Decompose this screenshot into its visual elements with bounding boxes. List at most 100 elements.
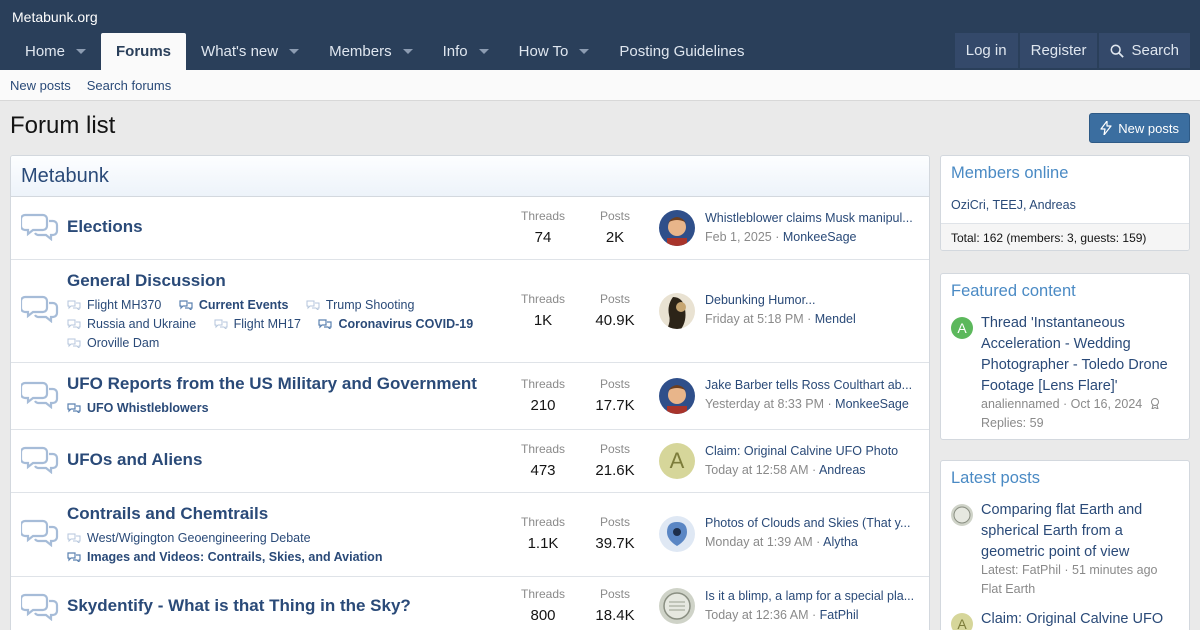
- threads-stat: Threads 473: [513, 442, 573, 479]
- threads-label: Threads: [520, 377, 566, 391]
- search-label: Search: [1131, 42, 1179, 59]
- latest-post-title[interactable]: Whistleblower claims Musk manipul...: [705, 211, 917, 225]
- nav-whats-new[interactable]: What's new: [186, 33, 314, 70]
- subforum-link[interactable]: Flight MH370: [67, 295, 161, 314]
- new-posts-button[interactable]: New posts: [1089, 113, 1190, 143]
- nav-members[interactable]: Members: [314, 33, 428, 70]
- chevron-down-icon[interactable]: [402, 49, 413, 54]
- avatar[interactable]: [951, 504, 973, 526]
- subforum-link[interactable]: Current Events: [179, 295, 288, 314]
- subforum-link[interactable]: Russia and Ukraine: [67, 314, 196, 333]
- latest-post-user[interactable]: Andreas: [819, 463, 866, 477]
- chevron-down-icon[interactable]: [76, 49, 87, 54]
- latest-post-date[interactable]: Today at 12:58 AM: [705, 463, 809, 477]
- latest-post-user[interactable]: MonkeeSage: [783, 230, 857, 244]
- posts-count: 18.4K: [595, 607, 635, 624]
- nav-how-to[interactable]: How To: [504, 33, 605, 70]
- nav-forums[interactable]: Forums: [101, 33, 187, 70]
- latest-post-title[interactable]: Photos of Clouds and Skies (That y...: [705, 516, 917, 530]
- forum-title[interactable]: Elections: [67, 217, 143, 237]
- featured-content-title[interactable]: Featured content: [941, 274, 1189, 301]
- new-posts-button-label: New posts: [1118, 120, 1179, 136]
- chat-bubbles-icon: [21, 213, 59, 241]
- subforum-link[interactable]: Trump Shooting: [306, 295, 414, 314]
- nav-home[interactable]: Home: [10, 33, 101, 70]
- featured-content-widget: Featured content A Thread 'Instantaneous…: [940, 273, 1190, 440]
- avatar[interactable]: [659, 588, 695, 624]
- threads-count: 210: [530, 397, 556, 414]
- nav-posting-guidelines[interactable]: Posting Guidelines: [604, 33, 759, 70]
- avatar-letter: A: [957, 320, 967, 336]
- forum-title[interactable]: UFO Reports from the US Military and Gov…: [67, 374, 477, 394]
- chevron-down-icon[interactable]: [289, 49, 300, 54]
- member-link[interactable]: Andreas: [1029, 198, 1076, 212]
- latest-post-date[interactable]: Monday at 1:39 AM: [705, 535, 813, 549]
- latest-post-forum[interactable]: Flat Earth: [981, 582, 1035, 596]
- subforum-label: Images and Videos: Contrails, Skies, and…: [87, 549, 383, 564]
- posts-label: Posts: [599, 377, 630, 391]
- subforum-label: Trump Shooting: [325, 297, 415, 312]
- forum-title[interactable]: Skydentify - What is that Thing in the S…: [67, 596, 411, 616]
- latest-post-date[interactable]: Today at 12:36 AM: [705, 608, 809, 622]
- subnav-new-posts[interactable]: New posts: [10, 78, 71, 93]
- latest-post-title[interactable]: Jake Barber tells Ross Coulthart ab...: [705, 378, 917, 392]
- featured-thread-link[interactable]: Thread 'Instantaneous Acceleration - Wed…: [981, 313, 1181, 397]
- latest-post-date[interactable]: Yesterday at 8:33 PM: [705, 397, 824, 411]
- featured-date[interactable]: Oct 16, 2024: [1071, 397, 1143, 411]
- avatar-letter: A: [957, 616, 967, 630]
- subforum-link[interactable]: Flight MH17: [214, 314, 301, 333]
- avatar[interactable]: [659, 293, 695, 329]
- avatar[interactable]: A: [659, 443, 695, 479]
- featured-meta: analiennamed · Oct 16, 2024 Replies: 59: [981, 395, 1161, 433]
- latest-post-user[interactable]: FatPhil: [820, 608, 859, 622]
- latest-posts-title[interactable]: Latest posts: [941, 461, 1189, 488]
- nav-home-label: Home: [25, 43, 66, 60]
- avatar[interactable]: [659, 378, 695, 414]
- nav-info[interactable]: Info: [428, 33, 504, 70]
- avatar[interactable]: [659, 210, 695, 246]
- member-link[interactable]: OziCri: [951, 198, 986, 212]
- subforum-link[interactable]: Images and Videos: Contrails, Skies, and…: [67, 547, 382, 566]
- latest-post-link[interactable]: Claim: Original Calvine UFO: [981, 609, 1181, 630]
- subnav-search-forums[interactable]: Search forums: [87, 78, 172, 93]
- search-button[interactable]: Search: [1099, 33, 1190, 68]
- avatar[interactable]: [659, 516, 695, 552]
- latest-post-user[interactable]: MonkeeSage: [835, 397, 909, 411]
- members-online-widget: Members online OziCri, TEEJ, Andreas Tot…: [940, 155, 1190, 251]
- latest-post-link[interactable]: Comparing flat Earth and spherical Earth…: [981, 500, 1181, 563]
- subforum-label: Flight MH370: [87, 297, 162, 312]
- latest-post-meta: Monday at 1:39 AM · Alytha: [705, 535, 858, 549]
- chevron-down-icon[interactable]: [478, 49, 489, 54]
- subforum-link[interactable]: Oroville Dam: [67, 333, 159, 352]
- login-button[interactable]: Log in: [954, 33, 1018, 68]
- latest-post-title[interactable]: Debunking Humor...: [705, 293, 917, 307]
- avatar[interactable]: A: [951, 317, 973, 339]
- latest-post-title[interactable]: Is it a blimp, a lamp for a special pla.…: [705, 589, 917, 603]
- chevron-down-icon[interactable]: [579, 49, 590, 54]
- member-link[interactable]: TEEJ: [992, 198, 1023, 212]
- subforum-link[interactable]: West/Wigington Geoengineering Debate: [67, 528, 311, 547]
- latest-post-title[interactable]: Claim: Original Calvine UFO Photo: [705, 444, 917, 458]
- forum-title[interactable]: UFOs and Aliens: [67, 450, 202, 470]
- main-nav: Home Forums What's new Members Info How …: [10, 33, 759, 70]
- chat-bubbles-icon: [67, 300, 81, 310]
- latest-post: Jake Barber tells Ross Coulthart ab... Y…: [705, 378, 917, 411]
- latest-post-date[interactable]: Friday at 5:18 PM: [705, 312, 804, 326]
- subforum-link[interactable]: UFO Whistleblowers: [67, 398, 209, 417]
- register-button[interactable]: Register: [1019, 33, 1098, 68]
- featured-user[interactable]: analiennamed: [981, 397, 1060, 411]
- forum-title[interactable]: Contrails and Chemtrails: [67, 504, 268, 524]
- page-title: Forum list: [10, 112, 116, 139]
- subforum-link[interactable]: Coronavirus COVID-19: [318, 314, 473, 333]
- latest-post-user[interactable]: Mendel: [815, 312, 856, 326]
- forum-title[interactable]: General Discussion: [67, 271, 226, 291]
- latest-post-latest[interactable]: Latest: FatPhil · 51 minutes ago: [981, 563, 1157, 577]
- latest-post-meta: Friday at 5:18 PM · Mendel: [705, 312, 856, 326]
- members-online-title[interactable]: Members online: [941, 156, 1189, 183]
- site-logo[interactable]: Metabunk.org: [12, 9, 98, 25]
- posts-count: 21.6K: [595, 462, 635, 479]
- avatar[interactable]: A: [951, 613, 973, 630]
- category-header[interactable]: Metabunk: [11, 156, 929, 197]
- latest-post-date[interactable]: Feb 1, 2025: [705, 230, 772, 244]
- latest-post-user[interactable]: Alytha: [823, 535, 858, 549]
